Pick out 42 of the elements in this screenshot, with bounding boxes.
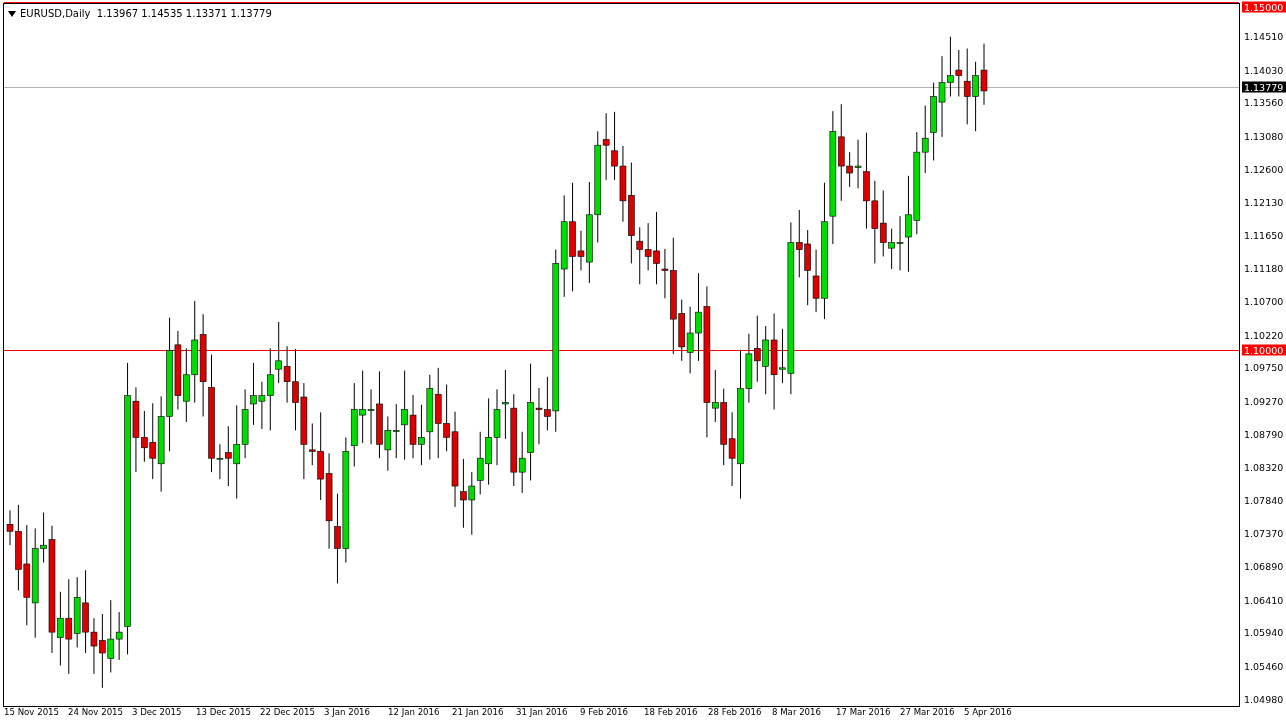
price-tick-label: 1.08320 (1244, 461, 1284, 473)
price-tick-label: 1.07370 (1244, 527, 1284, 539)
price-tick-label: 1.07840 (1244, 494, 1284, 506)
price-tick-label: 1.12600 (1244, 163, 1284, 175)
price-tick-label: 1.14510 (1244, 30, 1284, 42)
price-tick-label: 1.13080 (1244, 130, 1284, 142)
price-tick-label: 1.09270 (1244, 395, 1284, 407)
price-tick-label: 1.14030 (1244, 64, 1284, 76)
price-tick-label: 1.11180 (1244, 262, 1284, 274)
price-tick-label: 1.13560 (1244, 96, 1284, 108)
date-tick-label: 3 Jan 2016 (324, 707, 372, 717)
price-tick-label: 1.05460 (1244, 660, 1284, 672)
price-level-label: 1.13779 (1242, 81, 1286, 93)
date-tick-label: 28 Feb 2016 (708, 707, 763, 717)
date-tick-label: 5 Apr 2016 (964, 707, 1013, 717)
date-tick-label: 24 Nov 2015 (68, 707, 125, 717)
date-tick-label: 21 Jan 2016 (452, 707, 505, 717)
price-tick-label: 1.10700 (1244, 295, 1284, 307)
price-tick-label: 1.10220 (1244, 329, 1284, 341)
price-tick-label: 1.12130 (1244, 196, 1284, 208)
price-level-label: 1.15000 (1242, 1, 1286, 13)
date-tick-label: 12 Jan 2016 (388, 707, 441, 717)
date-tick-label: 9 Feb 2016 (580, 707, 630, 717)
date-tick-label: 15 Nov 2015 (4, 707, 61, 717)
date-tick-label: 27 Mar 2016 (900, 707, 956, 717)
price-tick-label: 1.04980 (1244, 693, 1284, 705)
date-tick-label: 22 Dec 2015 (260, 707, 316, 717)
date-tick-label: 8 Mar 2016 (772, 707, 822, 717)
dropdown-triangle-icon[interactable] (8, 10, 16, 17)
date-tick-label: 18 Feb 2016 (644, 707, 699, 717)
price-tick-label: 1.08790 (1244, 428, 1284, 440)
date-tick-label: 31 Jan 2016 (516, 707, 569, 717)
price-tick-label: 1.06890 (1244, 560, 1284, 572)
chart-title: EURUSD,Daily 1.13967 1.14535 1.13371 1.13779 (20, 8, 272, 19)
price-level-label: 1.10000 (1242, 344, 1286, 356)
date-tick-label: 13 Dec 2015 (196, 707, 252, 717)
date-tick-label: 3 Dec 2015 (132, 707, 183, 717)
date-tick-label: 17 Mar 2016 (836, 707, 892, 717)
price-tick-label: 1.11650 (1244, 229, 1284, 241)
price-tick-label: 1.05940 (1244, 626, 1284, 638)
price-tick-label: 1.06410 (1244, 594, 1284, 606)
price-tick-label: 1.09750 (1244, 361, 1284, 373)
